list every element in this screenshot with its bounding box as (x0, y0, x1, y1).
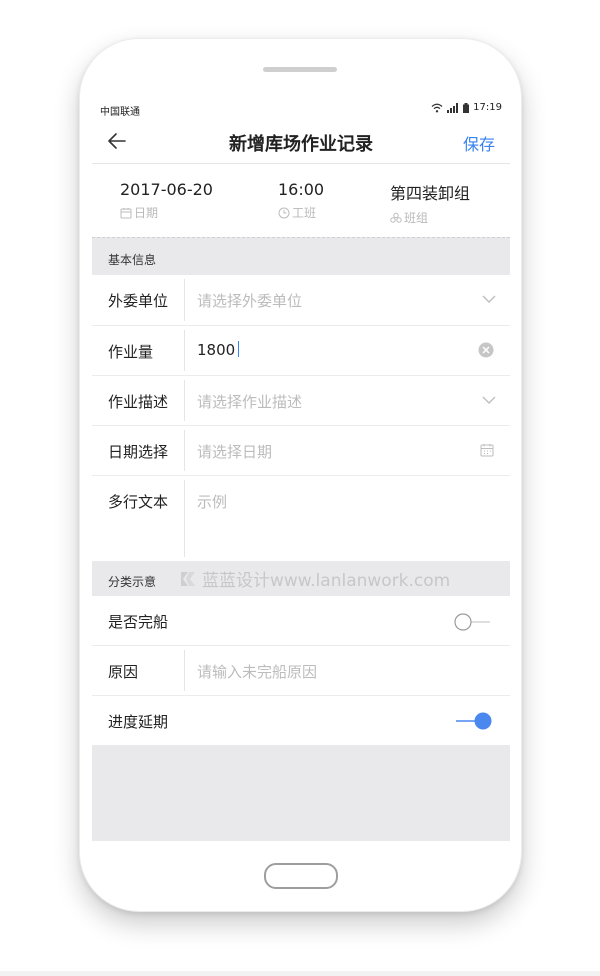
chevron-down-icon[interactable] (482, 395, 496, 405)
multiline-textarea[interactable]: 示例 (197, 491, 227, 512)
workload-input[interactable]: 1800 (197, 341, 240, 359)
summary-shift-caption: 工班 (278, 204, 324, 221)
watermark-logo-icon (181, 571, 195, 586)
summary-date-value: 2017-06-20 (120, 180, 213, 199)
date-label: 日期选择 (108, 443, 169, 461)
chevron-down-icon[interactable] (482, 294, 496, 304)
delay-label: 进度延期 (108, 713, 169, 731)
outsource-select[interactable]: 请选择外委单位 (197, 290, 302, 311)
page-floor (0, 971, 600, 976)
description-row[interactable]: 作业描述 请选择作业描述 (92, 376, 510, 425)
ship-done-row: 是否完船 (92, 596, 510, 645)
calendar-icon (120, 207, 132, 218)
section-category-title: 分类示意 (108, 575, 157, 589)
ship-done-toggle[interactable] (454, 612, 492, 632)
summary-team[interactable]: 第四装卸组 班组 (390, 180, 470, 226)
reason-input[interactable]: 请输入未完船原因 (197, 661, 317, 682)
summary-bar: 2017-06-20 日期 16:00 工班 第四装卸组 班组 (92, 164, 510, 237)
summary-team-value: 第四装卸组 (390, 184, 471, 203)
text-cursor (238, 341, 240, 357)
signal-icon (447, 102, 459, 113)
summary-team-caption: 班组 (390, 209, 470, 226)
row-divider (184, 330, 185, 371)
row-divider (184, 650, 185, 691)
reason-label: 原因 (108, 663, 139, 681)
phone-frame: 中国联通 17:19 新增库场作业记录 保存 2017-06-20 日期 16:… (79, 38, 522, 912)
status-time: 17:19 (473, 102, 502, 113)
section-category: 分类示意 蓝蓝设计www.lanlanwork.com (92, 561, 510, 596)
workload-value: 1800 (197, 341, 236, 359)
save-button[interactable]: 保存 (463, 131, 495, 155)
row-divider (184, 279, 185, 321)
reason-row[interactable]: 原因 请输入未完船原因 (92, 646, 510, 695)
delay-toggle[interactable] (454, 711, 494, 731)
summary-shift-label: 工班 (292, 206, 317, 220)
row-divider (184, 430, 185, 471)
ship-done-label: 是否完船 (108, 613, 169, 631)
back-arrow-icon[interactable] (106, 130, 128, 152)
group-icon (390, 212, 402, 223)
battery-icon (463, 102, 470, 113)
summary-date-caption: 日期 (120, 204, 213, 221)
summary-shift[interactable]: 16:00 工班 (278, 180, 324, 221)
row-divider (184, 380, 185, 421)
summary-date[interactable]: 2017-06-20 日期 (120, 180, 213, 221)
outsource-label: 外委单位 (108, 292, 169, 310)
nav-bar: 新增库场作业记录 保存 (92, 119, 510, 164)
clear-icon[interactable] (478, 342, 494, 358)
workload-label: 作业量 (108, 343, 154, 361)
workload-row[interactable]: 作业量 1800 (92, 326, 510, 375)
multiline-label: 多行文本 (108, 493, 169, 511)
summary-team-label: 班组 (404, 211, 429, 225)
calendar-icon[interactable] (480, 443, 494, 457)
phone-speaker (263, 67, 337, 72)
summary-shift-value: 16:00 (278, 180, 325, 199)
outsource-row[interactable]: 外委单位 请选择外委单位 (92, 275, 510, 325)
multiline-row[interactable]: 多行文本 示例 (92, 476, 510, 561)
clock-icon (278, 207, 290, 218)
page-title: 新增库场作业记录 (229, 134, 373, 155)
summary-date-label: 日期 (134, 206, 159, 220)
row-divider (184, 480, 185, 557)
wifi-icon (431, 103, 443, 112)
carrier-name: 中国联通 (100, 107, 140, 118)
home-button[interactable] (264, 863, 338, 889)
description-select[interactable]: 请选择作业描述 (197, 391, 302, 412)
delay-row: 进度延期 (92, 696, 510, 745)
section-basic-title: 基本信息 (108, 253, 157, 267)
description-label: 作业描述 (108, 393, 169, 411)
status-bar: 中国联通 17:19 (92, 99, 510, 119)
status-icons: 17:19 (431, 102, 502, 113)
watermark: 蓝蓝设计www.lanlanwork.com (178, 566, 450, 591)
date-picker[interactable]: 请选择日期 (197, 441, 272, 462)
section-basic-info: 基本信息 (92, 238, 510, 275)
date-row[interactable]: 日期选择 请选择日期 (92, 426, 510, 475)
app-screen: 中国联通 17:19 新增库场作业记录 保存 2017-06-20 日期 16:… (92, 99, 510, 841)
watermark-text: 蓝蓝设计www.lanlanwork.com (202, 571, 451, 591)
